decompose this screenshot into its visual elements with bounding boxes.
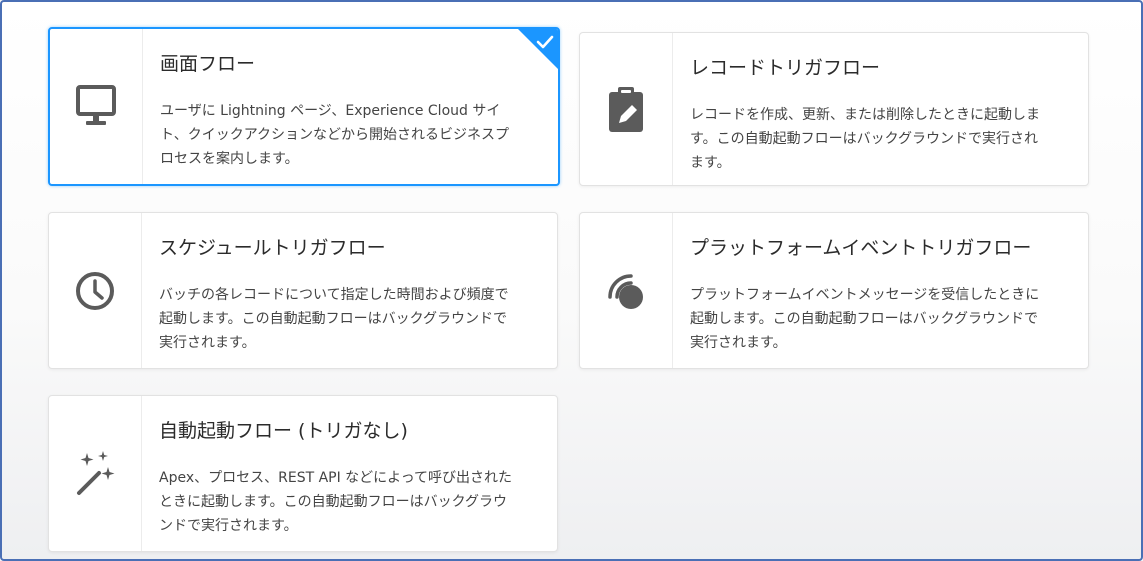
platform-event-triggered-flow-title: プラットフォームイベントトリガフロー bbox=[690, 237, 1032, 259]
signal-icon bbox=[608, 273, 643, 309]
screen-flow-icon-cell bbox=[50, 29, 143, 184]
clock-icon bbox=[76, 271, 114, 310]
platform-event-triggered-flow-description: プラットフォームイベントメッセージを受信したときに起動します。この自動起動フロー… bbox=[690, 287, 1040, 351]
autolaunched-flow-icon-cell bbox=[49, 396, 142, 551]
magic-wand-icon bbox=[77, 450, 115, 495]
platform-event-triggered-flow-card[interactable]: プラットフォームイベントトリガフロー プラットフォームイベントメッセージを受信し… bbox=[579, 212, 1089, 369]
record-triggered-flow-card[interactable]: レコードトリガフロー レコードを作成、更新、または削除したときに起動します。この… bbox=[579, 32, 1089, 186]
clipboard-edit-icon bbox=[609, 87, 643, 132]
screen-flow-description: ユーザに Lightning ページ、Experience Cloud サイト、… bbox=[160, 103, 510, 167]
schedule-triggered-flow-icon-cell bbox=[49, 213, 142, 368]
flow-type-picker: 画面フロー ユーザに Lightning ページ、Experience Clou… bbox=[0, 0, 1143, 561]
record-triggered-flow-title: レコードトリガフロー bbox=[690, 57, 881, 79]
autolaunched-flow-description: Apex、プロセス、REST API などによって呼び出されたときに起動します。… bbox=[159, 470, 513, 534]
screen-flow-card[interactable]: 画面フロー ユーザに Lightning ページ、Experience Clou… bbox=[48, 27, 560, 186]
selected-check-icon bbox=[518, 29, 558, 69]
autolaunched-flow-title: 自動起動フロー (トリガなし) bbox=[159, 420, 408, 442]
screen-flow-title: 画面フロー bbox=[160, 53, 256, 75]
record-triggered-flow-description: レコードを作成、更新、または削除したときに起動します。この自動起動フローはバック… bbox=[690, 107, 1040, 171]
autolaunched-flow-card[interactable]: 自動起動フロー (トリガなし) Apex、プロセス、REST API などによっ… bbox=[48, 395, 558, 552]
monitor-icon bbox=[76, 84, 116, 125]
record-triggered-flow-icon-cell bbox=[580, 33, 673, 185]
schedule-triggered-flow-title: スケジュールトリガフロー bbox=[159, 237, 386, 259]
platform-event-triggered-flow-icon-cell bbox=[580, 213, 673, 368]
schedule-triggered-flow-card[interactable]: スケジュールトリガフロー バッチの各レコードについて指定した時間および頻度で起動… bbox=[48, 212, 558, 369]
schedule-triggered-flow-description: バッチの各レコードについて指定した時間および頻度で起動します。この自動起動フロー… bbox=[159, 287, 509, 351]
